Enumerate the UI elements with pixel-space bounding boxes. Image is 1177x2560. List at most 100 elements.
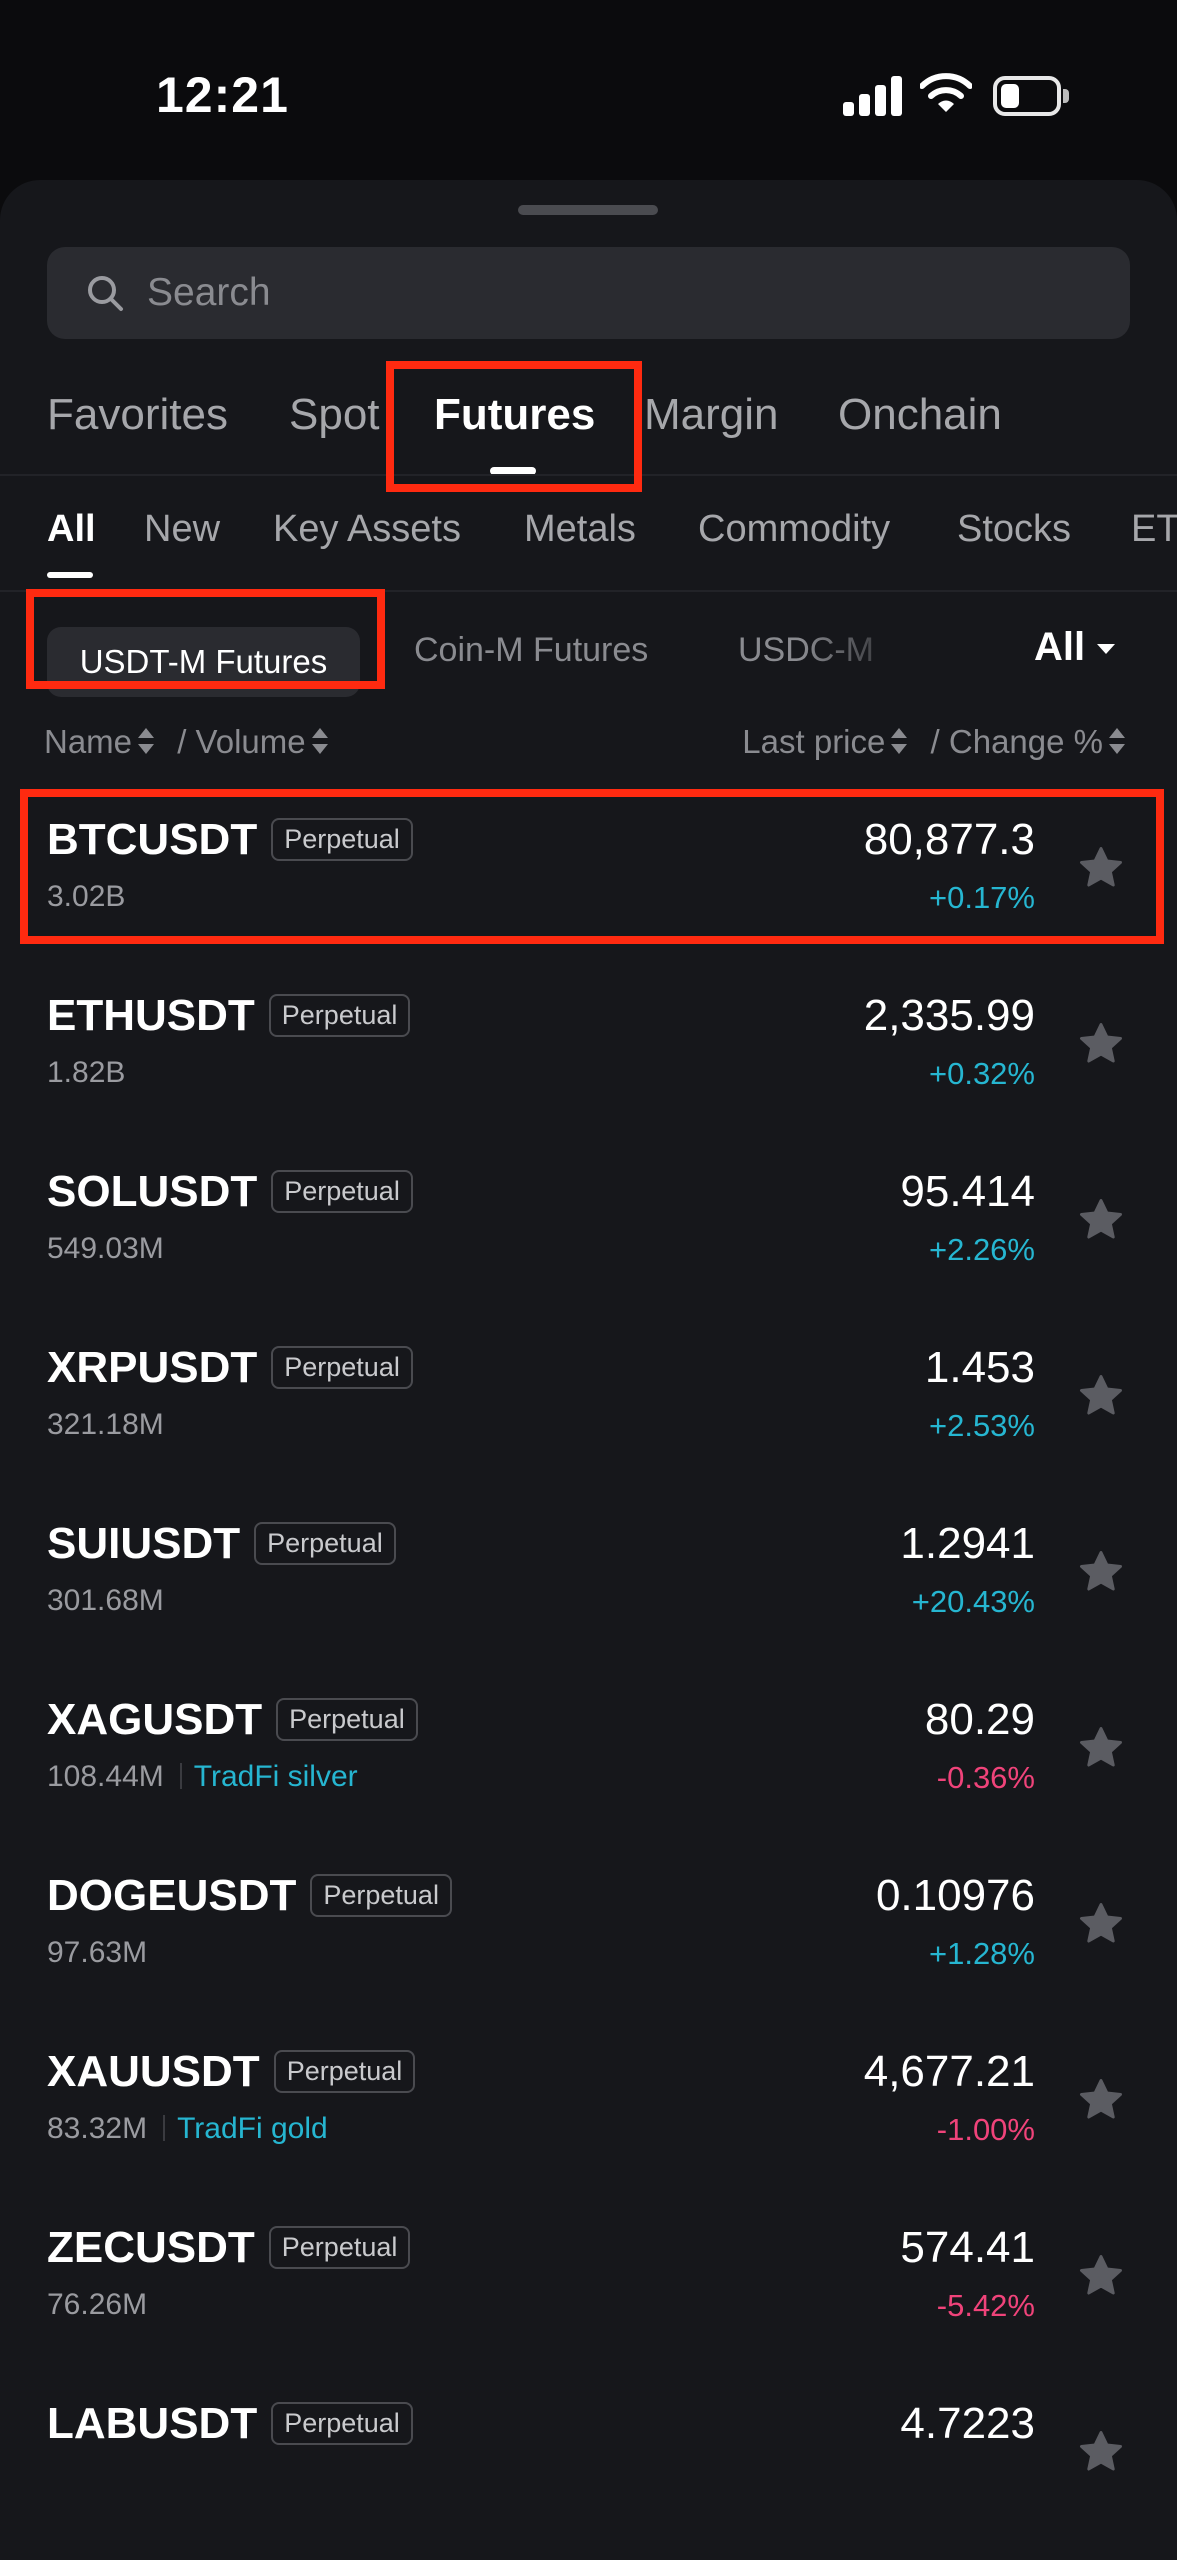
asset-tag[interactable]: TradFi silver [194,1760,358,1793]
favorite-star-icon[interactable] [1078,2253,1124,2299]
symbol-name: ZECUSDT Perpetual [47,2223,411,2273]
symbol-label: BTCUSDT [47,815,258,864]
market-row[interactable]: SOLUSDT Perpetual 549.03M 95.414 +2.26% [0,1142,1177,1318]
favorite-star-icon[interactable] [1078,1901,1124,1947]
sort-icon [1109,727,1125,755]
symbol-label: DOGEUSDT [47,1871,297,1920]
symbol-name: BTCUSDT Perpetual [47,815,413,865]
market-row[interactable]: DOGEUSDT Perpetual 97.63M 0.10976 +1.28% [0,1846,1177,2022]
market-row[interactable]: LABUSDT Perpetual 4.7223 [0,2374,1177,2550]
category-tab-stocks[interactable]: Stocks [957,508,1071,551]
symbol-label: ETHUSDT [47,991,255,1040]
sort-volume[interactable]: / Volume [177,723,328,760]
volume-value: 3.02B [47,880,126,913]
favorite-star-icon[interactable] [1078,1549,1124,1595]
favorite-star-icon[interactable] [1078,1725,1124,1771]
wifi-icon [920,73,972,112]
tab-onchain[interactable]: Onchain [838,390,1002,440]
symbol-name: ETHUSDT Perpetual [47,991,411,1041]
contract-type-badge: Perpetual [268,994,411,1037]
tab-favorites[interactable]: Favorites [47,390,228,440]
favorite-star-icon[interactable] [1078,2077,1124,2123]
tab-spot[interactable]: Spot [289,390,380,440]
symbol-label: XRPUSDT [47,1343,258,1392]
market-row[interactable]: BTCUSDT Perpetual 3.02B 80,877.3 +0.17% [0,790,1177,966]
change-percent: +2.53% [928,1408,1035,1443]
change-percent: +20.43% [911,1584,1035,1619]
tag-separator [163,2115,166,2141]
sort-icon [891,727,908,755]
sort-icon [138,727,155,755]
symbol-name: XAGUSDT Perpetual [47,1695,418,1745]
futures-type-tabs: USDT-M Futures Coin-M Futures USDC-M All [0,605,1177,705]
favorite-star-icon[interactable] [1078,845,1124,891]
change-percent: +0.17% [928,880,1035,915]
sheet-grabber[interactable] [518,205,658,215]
category-tab-new[interactable]: New [144,508,220,551]
market-row[interactable]: SUIUSDT Perpetual 301.68M 1.2941 +20.43% [0,1494,1177,1670]
favorite-star-icon[interactable] [1078,1373,1124,1419]
scroll-fade [800,615,920,695]
category-tab-commodity[interactable]: Commodity [698,508,890,551]
symbol-label: XAGUSDT [47,1695,263,1744]
symbol-name: XRPUSDT Perpetual [47,1343,413,1393]
column-last-price-label: Last price [742,723,886,760]
contract-type-badge: Perpetual [271,1346,413,1389]
category-tab-key-assets[interactable]: Key Assets [273,508,461,551]
category-active-indicator [47,572,93,578]
symbol-label: ZECUSDT [47,2223,255,2272]
tab-margin[interactable]: Margin [644,390,779,440]
category-tab-metals[interactable]: Metals [524,508,636,551]
search-bar[interactable] [47,247,1130,339]
sort-change[interactable]: / Change % [931,723,1125,760]
contract-type-badge: Perpetual [273,2050,416,2093]
category-tab-all[interactable]: All [47,508,96,551]
volume-value: 301.68M [47,1584,164,1617]
sort-name[interactable]: Name [44,723,155,760]
asset-tag[interactable]: TradFi gold [177,2112,328,2145]
market-row[interactable]: XAGUSDT Perpetual 108.44M TradFi silver 80.2… [0,1670,1177,1846]
tag-separator [179,1763,182,1789]
last-price: 80,877.3 [863,815,1035,864]
battery-icon [993,76,1069,116]
volume: 97.63M [47,1936,147,1970]
last-price: 0.10976 [875,1871,1035,1920]
divider [0,590,1177,592]
symbol-name: SOLUSDT Perpetual [47,1167,413,1217]
symbol-name: XAUUSDT Perpetual [47,2047,416,2097]
tab-futures[interactable]: Futures [434,390,595,440]
volume-value: 83.32M [47,2112,148,2145]
filter-dropdown[interactable]: All [1034,625,1116,670]
contract-type-badge: Perpetual [276,1698,418,1741]
caret-down-icon [1097,644,1116,655]
divider [0,474,1177,476]
symbol-label: SOLUSDT [47,1167,258,1216]
volume: 76.26M [47,2288,147,2322]
favorite-star-icon[interactable] [1078,1197,1124,1243]
last-price: 80.29 [924,1695,1035,1744]
favorite-star-icon[interactable] [1078,2429,1124,2475]
volume: 83.32M TradFi gold [47,2112,328,2146]
market-row[interactable]: XRPUSDT Perpetual 321.18M 1.453 +2.53% [0,1318,1177,1494]
market-row[interactable]: ZECUSDT Perpetual 76.26M 574.41 -5.42% [0,2198,1177,2374]
last-price: 574.41 [900,2223,1035,2272]
symbol-name: DOGEUSDT Perpetual [47,1871,452,1921]
symbol-label: LABUSDT [47,2399,258,2448]
volume-value: 1.82B [47,1056,126,1089]
subtab-coin-m-futures[interactable]: Coin-M Futures [414,631,648,670]
change-percent: +0.32% [928,1056,1035,1091]
contract-type-badge: Perpetual [310,1874,452,1917]
last-price: 2,335.99 [863,991,1035,1040]
market-row[interactable]: XAUUSDT Perpetual 83.32M TradFi gold 4,677.2… [0,2022,1177,2198]
market-row[interactable]: ETHUSDT Perpetual 1.82B 2,335.99 +0.32% [0,966,1177,1142]
search-input[interactable] [147,261,1047,325]
change-percent: -5.42% [936,2288,1035,2323]
category-tab-etf[interactable]: ET [1131,508,1177,551]
volume: 3.02B [47,880,125,914]
last-price: 4,677.21 [863,2047,1035,2096]
subtab-usdt-m-futures[interactable]: USDT-M Futures [47,627,360,697]
sort-last-price[interactable]: Last price [742,723,908,760]
cellular-signal-icon [843,76,903,116]
favorite-star-icon[interactable] [1078,1021,1124,1067]
last-price: 95.414 [900,1167,1035,1216]
